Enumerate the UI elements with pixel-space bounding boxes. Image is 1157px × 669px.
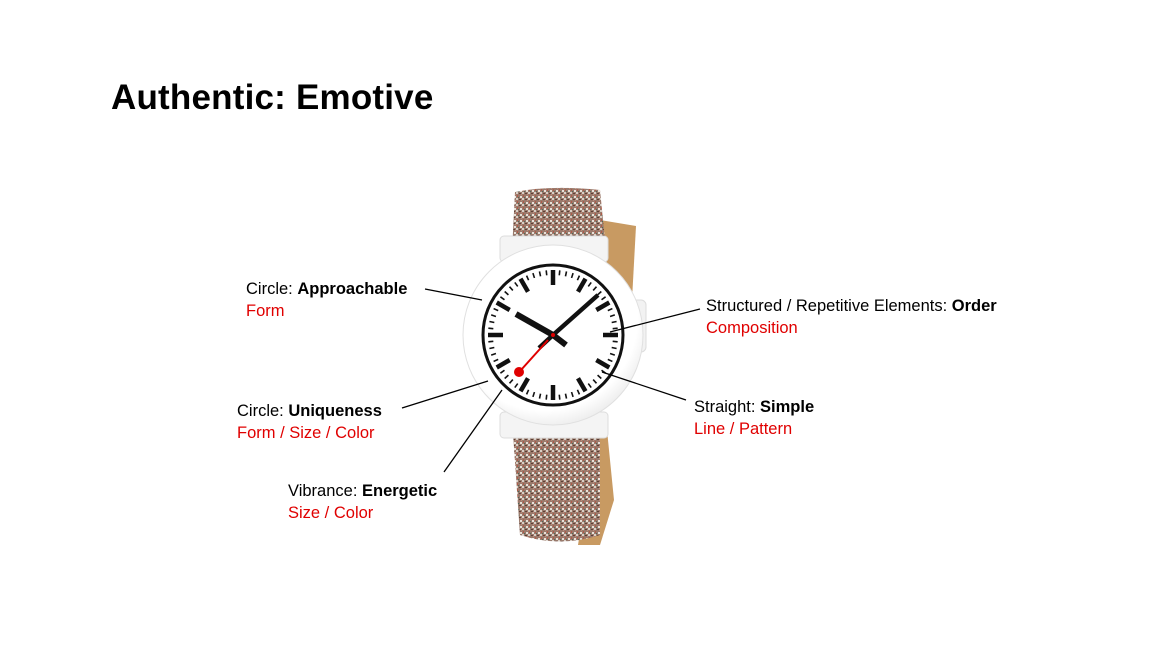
minute-marker	[545, 394, 548, 400]
minute-marker	[564, 271, 568, 277]
minute-marker	[538, 271, 542, 277]
minute-marker	[489, 346, 495, 350]
minute-marker	[564, 393, 568, 399]
minute-marker	[488, 327, 494, 330]
annotation-category: Form / Size / Color	[237, 424, 375, 442]
leader-uniqueness	[401, 380, 489, 409]
annotation-category: Line / Pattern	[694, 420, 793, 438]
annotation-category: Composition	[706, 319, 798, 337]
annotation-uniqueness: Circle: Uniqueness Form / Size / Color	[237, 400, 382, 444]
annotation-order: Structured / Repetitive Elements: Order …	[706, 295, 997, 339]
annotation-prefix: Straight:	[694, 398, 761, 416]
minute-marker	[545, 270, 548, 276]
annotation-prefix: Circle:	[237, 402, 289, 420]
minute-marker	[558, 394, 561, 400]
minute-marker	[489, 320, 495, 324]
annotation-category: Form	[246, 302, 285, 320]
annotation-keyword: Energetic	[362, 482, 438, 500]
annotation-prefix: Vibrance:	[288, 482, 362, 500]
annotation-energetic: Vibrance: Energetic Size / Color	[288, 480, 437, 524]
annotation-keyword: Approachable	[297, 280, 408, 298]
minute-marker	[558, 270, 561, 276]
hands-pivot	[551, 333, 555, 337]
annotation-keyword: Order	[951, 297, 997, 315]
annotation-keyword: Simple	[760, 398, 815, 416]
minute-marker	[611, 346, 617, 350]
annotation-category: Size / Color	[288, 504, 374, 522]
annotation-simple: Straight: Simple Line / Pattern	[694, 396, 814, 440]
annotation-prefix: Structured / Repetitive Elements:	[706, 297, 952, 315]
minute-marker	[612, 340, 618, 343]
annotation-keyword: Uniqueness	[288, 402, 382, 420]
annotation-approachable: Circle: Approachable Form	[246, 278, 407, 322]
annotation-prefix: Circle:	[246, 280, 298, 298]
leader-energetic	[443, 389, 503, 473]
minute-marker	[612, 327, 618, 330]
minute-marker	[488, 340, 494, 343]
second-hand-disc	[514, 367, 524, 377]
minute-marker	[611, 320, 617, 324]
minute-marker	[538, 393, 542, 399]
